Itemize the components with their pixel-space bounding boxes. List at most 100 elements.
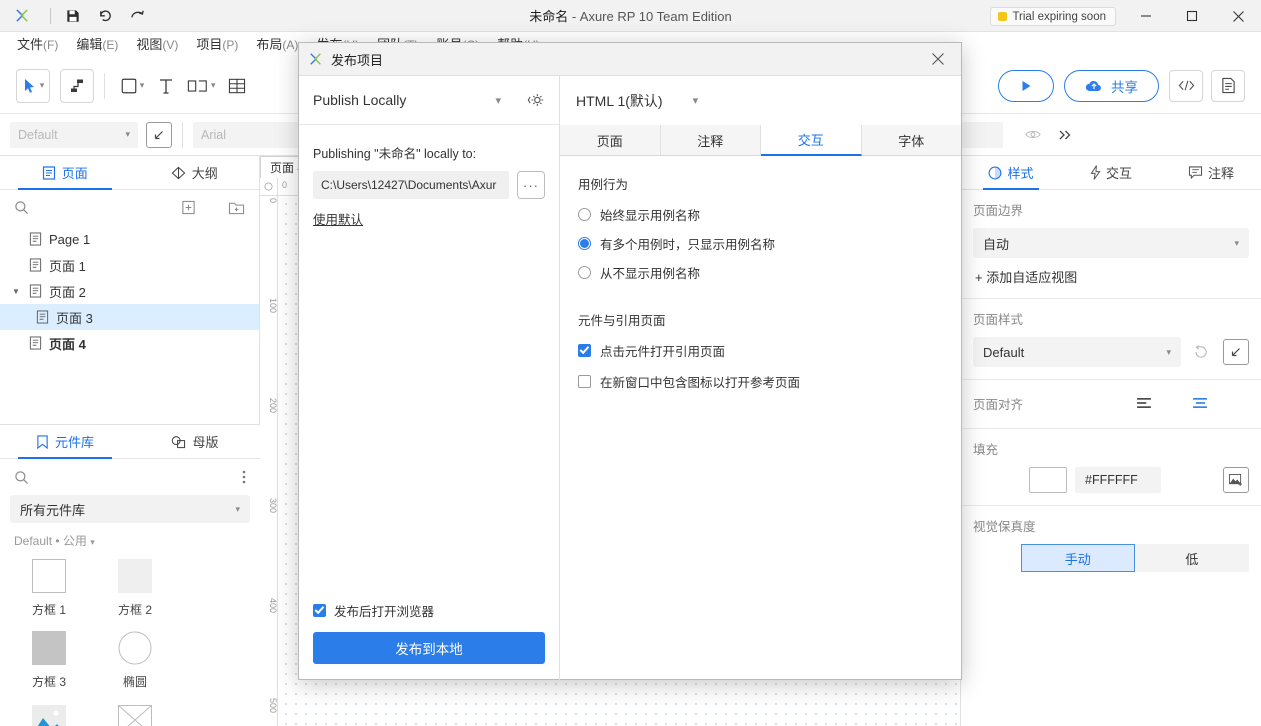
browse-folder-button[interactable]: ···: [517, 171, 545, 199]
reset-style-icon[interactable]: [1189, 339, 1215, 365]
page-tree-item-yemian-4[interactable]: ▾ 页面 4: [0, 330, 259, 356]
v-ruler-tick: 300: [268, 498, 278, 514]
library-item[interactable]: 方框 2: [92, 553, 178, 625]
text-tool-button[interactable]: [149, 68, 183, 103]
fill-hex-input[interactable]: #FFFFFF: [1075, 467, 1161, 493]
minimize-icon[interactable]: [1123, 0, 1169, 32]
right-panel: 样式 交互 注释 页面边界 自动 ▾ + 添加自适应视图 页面样式 Defaul…: [960, 156, 1261, 726]
tab-style[interactable]: 样式: [961, 156, 1061, 190]
trial-badge-label: Trial expiring soon: [1012, 10, 1106, 23]
dialog-close-icon[interactable]: [925, 46, 951, 72]
menu-edit[interactable]: 编辑(E): [67, 32, 127, 58]
tab-masters[interactable]: 母版: [130, 425, 260, 458]
close-icon[interactable]: [1215, 0, 1261, 32]
fill-color-swatch[interactable]: [1029, 467, 1067, 493]
menu-file[interactable]: 文件(F): [8, 32, 67, 58]
rectangle-tool-button[interactable]: ▾: [115, 68, 149, 103]
open-browser-checkbox[interactable]: [313, 604, 326, 617]
maximize-icon[interactable]: [1169, 0, 1215, 32]
preview-button[interactable]: [998, 69, 1054, 102]
redo-icon[interactable]: [121, 0, 153, 32]
ruler-origin-button[interactable]: [260, 178, 278, 196]
radio-always-show-case-names[interactable]: 始终显示用例名称: [578, 205, 943, 224]
style-manager-button[interactable]: [146, 121, 172, 148]
page-tree-item-page-1[interactable]: ▾ Page 1: [0, 226, 259, 252]
use-default-link[interactable]: 使用默认: [313, 209, 363, 228]
tab-pages[interactable]: 页面: [0, 156, 130, 190]
shape-tool-button[interactable]: ▾: [183, 68, 220, 103]
library-item[interactable]: 椭圆: [92, 625, 178, 697]
check-click-widget-opens-reference[interactable]: 点击元件打开引用页面: [578, 341, 943, 360]
menu-project[interactable]: 项目(P): [187, 32, 247, 58]
config-tab-fonts[interactable]: 字体: [861, 125, 961, 155]
open-browser-checkbox-row[interactable]: 发布后打开浏览器: [313, 601, 545, 620]
page-style-select[interactable]: Default ▾: [973, 337, 1181, 367]
library-item[interactable]: 占位符: [92, 697, 178, 726]
config-tab-interactions[interactable]: 交互: [761, 125, 862, 156]
align-left-icon[interactable]: [1131, 390, 1157, 416]
page-style-manager-button[interactable]: [1223, 339, 1249, 365]
undo-icon[interactable]: [89, 0, 121, 32]
add-adaptive-view-link[interactable]: + 添加自适应视图: [973, 267, 1249, 286]
notes-button[interactable]: [1211, 69, 1245, 102]
visibility-eye-icon[interactable]: [1017, 119, 1049, 151]
expand-more-icon[interactable]: [1049, 119, 1081, 151]
config-tab-pages-label: 页面: [596, 133, 623, 149]
publish-to-local-button[interactable]: 发布到本地: [313, 632, 545, 664]
page-tree-item-yemian-2[interactable]: ▼ 页面 2: [0, 278, 259, 304]
chevron-down-icon: ▾: [90, 537, 95, 547]
menu-view[interactable]: 视图(V): [127, 32, 187, 58]
radio-never-show-case-names[interactable]: 从不显示用例名称: [578, 263, 943, 282]
fill-image-button[interactable]: [1223, 467, 1249, 493]
library-item[interactable]: 方框 1: [6, 553, 92, 625]
connector-tool-button[interactable]: [60, 68, 94, 103]
code-view-button[interactable]: [1169, 69, 1203, 102]
library-more-options-icon[interactable]: [242, 469, 246, 485]
page-tree-item-yemian-3[interactable]: 页面 3: [0, 304, 259, 330]
select-tool-button[interactable]: ▾: [16, 68, 50, 103]
save-icon[interactable]: [57, 0, 89, 32]
checkbox[interactable]: [578, 344, 591, 357]
page-boundary-select[interactable]: 自动 ▾: [973, 228, 1249, 258]
fidelity-low-button[interactable]: 低: [1134, 544, 1250, 572]
radio-show-when-multiple-cases[interactable]: 有多个用例时，只显示用例名称: [578, 234, 943, 253]
chevron-down-icon: ▾: [1234, 237, 1239, 248]
align-center-icon[interactable]: [1187, 390, 1213, 416]
search-icon[interactable]: [14, 470, 29, 485]
menu-file-mnemonic: (F): [43, 38, 59, 52]
radio-button[interactable]: [578, 266, 591, 279]
library-group-header[interactable]: Default • 公用 ▾: [0, 523, 260, 553]
html-config-select[interactable]: HTML 1(默认) ▾: [576, 91, 698, 111]
library-item[interactable]: 方框 3: [6, 625, 92, 697]
config-tab-pages[interactable]: 页面: [560, 125, 661, 155]
check-include-icon-new-window[interactable]: 在新窗口中包含图标以打开参考页面: [578, 372, 943, 391]
fidelity-manual-button[interactable]: 手动: [1020, 544, 1135, 572]
v-ruler-tick: 200: [268, 398, 278, 414]
library-select[interactable]: 所有元件库 ▾: [10, 495, 250, 523]
checkbox[interactable]: [578, 375, 591, 388]
config-tab-notes[interactable]: 注释: [660, 125, 761, 155]
add-page-icon[interactable]: [181, 200, 196, 215]
tab-widget-library[interactable]: 元件库: [0, 425, 130, 459]
publish-settings-gear-icon[interactable]: [527, 91, 545, 109]
publish-local-form: Publishing "未命名" locally to: C:\Users\12…: [299, 125, 559, 601]
publish-mode-select[interactable]: Publish Locally ▾: [313, 92, 501, 108]
share-button[interactable]: 共享: [1064, 69, 1159, 102]
page-tree-item-yemian-1[interactable]: ▾ 页面 1: [0, 252, 259, 278]
trial-status-badge[interactable]: Trial expiring soon: [990, 7, 1116, 26]
tab-notes[interactable]: 注释: [1161, 156, 1261, 189]
search-icon[interactable]: [14, 200, 29, 215]
vertical-ruler[interactable]: 0 100 200 300 400 500: [260, 196, 278, 726]
tab-widget-library-label: 元件库: [54, 435, 94, 450]
tab-outline[interactable]: 大纲: [130, 156, 260, 189]
radio-button[interactable]: [578, 208, 591, 221]
menu-view-mnemonic: (V): [162, 38, 179, 52]
library-item[interactable]: 图像: [6, 697, 92, 726]
publish-path-input[interactable]: C:\Users\12427\Documents\Axur: [313, 171, 509, 199]
tab-interactions[interactable]: 交互: [1061, 156, 1161, 189]
widget-style-select[interactable]: Default ▾: [10, 121, 138, 148]
table-tool-button[interactable]: [219, 68, 254, 103]
expand-arrow-icon[interactable]: ▼: [12, 287, 22, 296]
add-folder-icon[interactable]: [228, 200, 245, 215]
radio-button[interactable]: [578, 237, 591, 250]
